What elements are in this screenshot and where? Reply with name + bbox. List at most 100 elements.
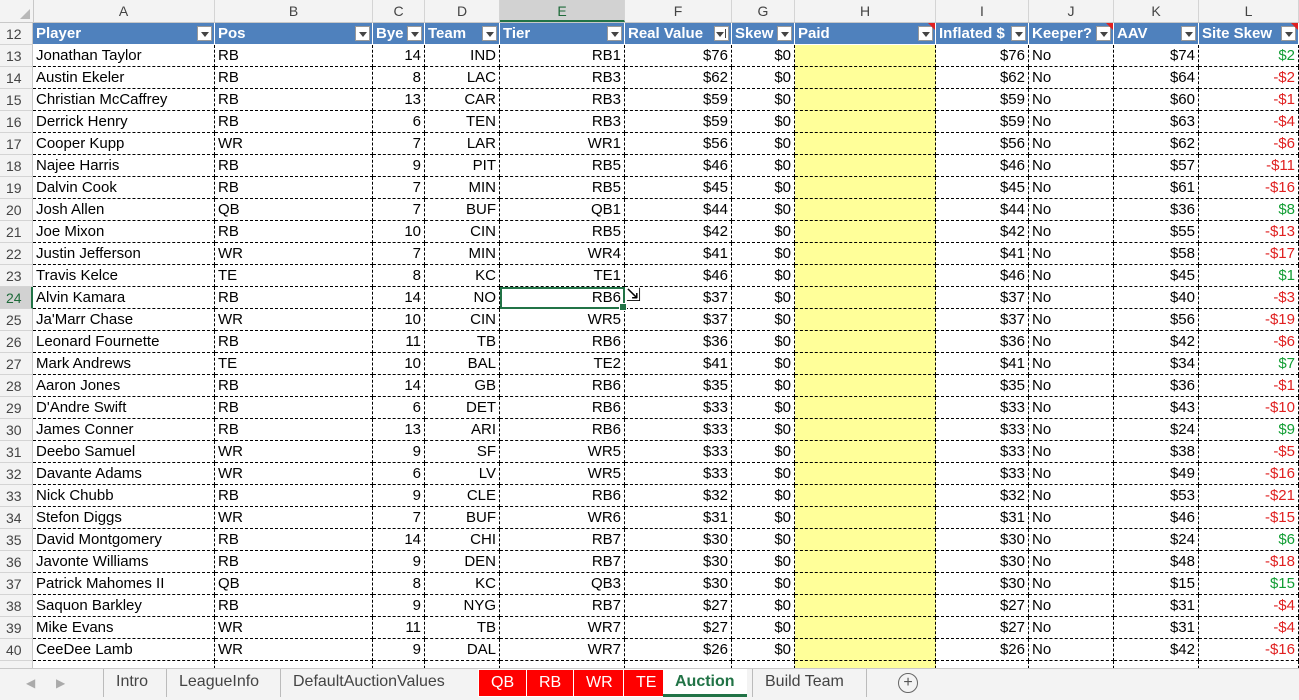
cell-pos[interactable]: RB <box>215 111 373 133</box>
cell-inflated[interactable]: $26 <box>936 639 1029 661</box>
cell-site[interactable] <box>1199 661 1299 668</box>
cell-inflated[interactable]: $30 <box>936 551 1029 573</box>
cell-keeper[interactable]: No <box>1029 353 1114 375</box>
cell-team[interactable]: TEN <box>425 111 500 133</box>
cell-site[interactable]: $2 <box>1199 45 1299 67</box>
cell-player[interactable]: Leonard Fournette <box>33 331 215 353</box>
row-header[interactable]: 37 <box>0 573 33 595</box>
header-cell[interactable]: Skew <box>732 23 795 45</box>
cell-tier[interactable]: QB1 <box>500 199 625 221</box>
cell-site[interactable]: -$5 <box>1199 441 1299 463</box>
cell-tier[interactable]: RB6 <box>500 331 625 353</box>
cell-tier[interactable]: WR5 <box>500 309 625 331</box>
scroll-tabs-left-icon[interactable]: ◀ <box>26 676 35 690</box>
cell-bye[interactable]: 6 <box>373 111 425 133</box>
cell-inflated[interactable]: $37 <box>936 287 1029 309</box>
row-header[interactable]: 15 <box>0 89 33 111</box>
filter-dropdown-icon[interactable] <box>407 26 422 41</box>
cell-pos[interactable]: RB <box>215 45 373 67</box>
cell-player[interactable] <box>33 661 215 668</box>
cell-inflated[interactable]: $31 <box>936 507 1029 529</box>
cell-bye[interactable]: 13 <box>373 89 425 111</box>
cell-team[interactable]: BUF <box>425 199 500 221</box>
cell-skew[interactable]: $0 <box>732 419 795 441</box>
cell-keeper[interactable]: No <box>1029 463 1114 485</box>
cell-keeper[interactable]: No <box>1029 221 1114 243</box>
cell-team[interactable]: CAR <box>425 89 500 111</box>
cell-tier[interactable]: RB3 <box>500 111 625 133</box>
cell-paid[interactable] <box>795 595 936 617</box>
cell-inflated[interactable]: $59 <box>936 111 1029 133</box>
scroll-tabs-right-icon[interactable]: ▶ <box>56 676 65 690</box>
cell-team[interactable]: KC <box>425 573 500 595</box>
cell-paid[interactable] <box>795 529 936 551</box>
cell-aav[interactable]: $45 <box>1114 265 1199 287</box>
cell-keeper[interactable]: No <box>1029 331 1114 353</box>
cell-player[interactable]: Patrick Mahomes II <box>33 573 215 595</box>
cell-pos[interactable]: RB <box>215 89 373 111</box>
header-cell[interactable]: Keeper? <box>1029 23 1114 45</box>
cell-player[interactable]: Mike Evans <box>33 617 215 639</box>
cell-bye[interactable]: 7 <box>373 199 425 221</box>
cell-site[interactable]: $7 <box>1199 353 1299 375</box>
cell-tier[interactable]: WR1 <box>500 133 625 155</box>
cell-keeper[interactable]: No <box>1029 397 1114 419</box>
cell-aav[interactable]: $63 <box>1114 111 1199 133</box>
cell-paid[interactable] <box>795 89 936 111</box>
cell-pos[interactable]: RB <box>215 551 373 573</box>
filter-dropdown-icon[interactable] <box>355 26 370 41</box>
cell-pos[interactable]: RB <box>215 287 373 309</box>
row-header[interactable]: 33 <box>0 485 33 507</box>
cell-paid[interactable] <box>795 111 936 133</box>
cell-keeper[interactable]: No <box>1029 529 1114 551</box>
cell-keeper[interactable]: No <box>1029 573 1114 595</box>
cell-aav[interactable]: $49 <box>1114 463 1199 485</box>
cell-team[interactable]: TB <box>425 331 500 353</box>
cell-skew[interactable]: $0 <box>732 353 795 375</box>
cell-site[interactable]: -$13 <box>1199 221 1299 243</box>
cell-team[interactable]: GB <box>425 375 500 397</box>
cell-paid[interactable] <box>795 331 936 353</box>
filter-dropdown-icon[interactable] <box>607 26 622 41</box>
cell-keeper[interactable]: No <box>1029 67 1114 89</box>
cell-aav[interactable]: $15 <box>1114 573 1199 595</box>
cell-skew[interactable]: $0 <box>732 89 795 111</box>
cell-inflated[interactable]: $42 <box>936 221 1029 243</box>
cell-keeper[interactable]: No <box>1029 243 1114 265</box>
cell-bye[interactable] <box>373 661 425 668</box>
cell-aav[interactable]: $31 <box>1114 617 1199 639</box>
header-cell[interactable]: Pos <box>215 23 373 45</box>
cell-team[interactable]: CLE <box>425 485 500 507</box>
cell-real[interactable]: $33 <box>625 441 732 463</box>
row-header[interactable]: 24 <box>0 287 33 309</box>
cell-pos[interactable]: WR <box>215 617 373 639</box>
cell-tier[interactable]: RB7 <box>500 551 625 573</box>
cell-real[interactable]: $26 <box>625 639 732 661</box>
cell-bye[interactable]: 9 <box>373 155 425 177</box>
cell-pos[interactable]: RB <box>215 485 373 507</box>
cell-tier[interactable] <box>500 661 625 668</box>
cell-keeper[interactable]: No <box>1029 155 1114 177</box>
cell-inflated[interactable]: $27 <box>936 617 1029 639</box>
cell-player[interactable]: D'Andre Swift <box>33 397 215 419</box>
cell-site[interactable]: $1 <box>1199 265 1299 287</box>
cell-keeper[interactable]: No <box>1029 133 1114 155</box>
cell-inflated[interactable]: $33 <box>936 441 1029 463</box>
cell-paid[interactable] <box>795 309 936 331</box>
cell-skew[interactable]: $0 <box>732 397 795 419</box>
cell-inflated[interactable]: $35 <box>936 375 1029 397</box>
cell-real[interactable]: $59 <box>625 89 732 111</box>
cell-team[interactable]: NO <box>425 287 500 309</box>
cell-inflated[interactable]: $76 <box>936 45 1029 67</box>
cell-keeper[interactable]: No <box>1029 507 1114 529</box>
cell-skew[interactable]: $0 <box>732 639 795 661</box>
cell-team[interactable]: CIN <box>425 221 500 243</box>
cell-inflated[interactable]: $30 <box>936 573 1029 595</box>
cell-keeper[interactable]: No <box>1029 441 1114 463</box>
cell-real[interactable]: $56 <box>625 133 732 155</box>
cell-skew[interactable]: $0 <box>732 595 795 617</box>
cell-site[interactable]: -$15 <box>1199 507 1299 529</box>
cell-bye[interactable]: 6 <box>373 397 425 419</box>
cell-skew[interactable]: $0 <box>732 155 795 177</box>
filter-dropdown-icon[interactable] <box>197 26 212 41</box>
